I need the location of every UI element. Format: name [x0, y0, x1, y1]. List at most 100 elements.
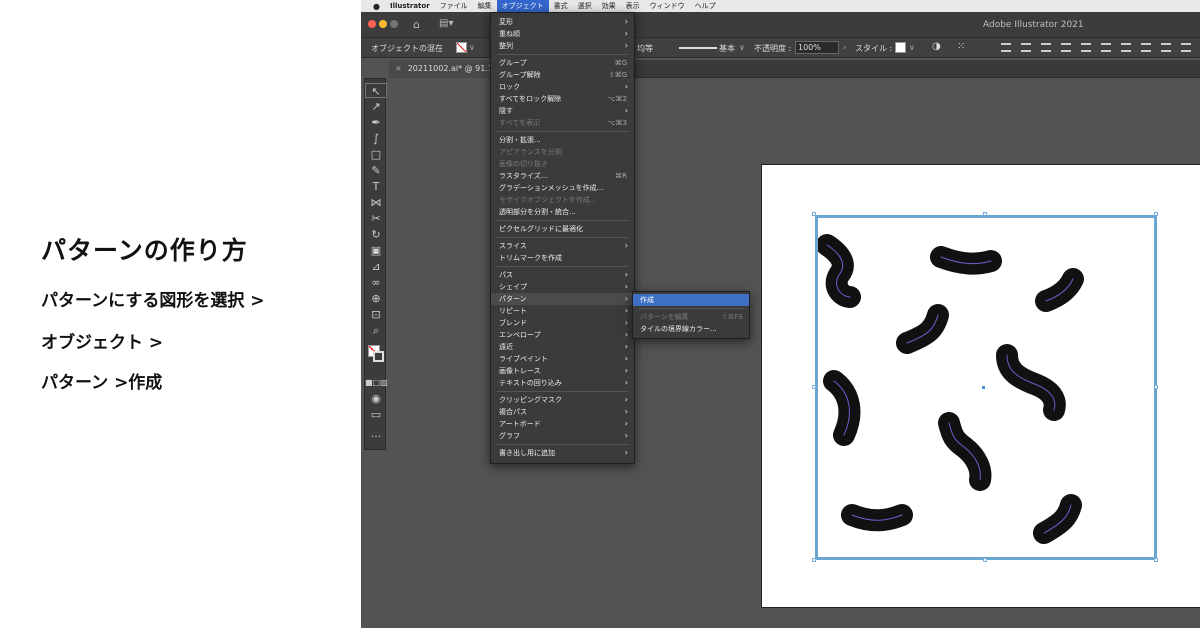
menu-item-1[interactable]: 重ね順 › — [491, 28, 634, 40]
menu-item-11[interactable]: 分割・拡張... — [491, 134, 634, 146]
pattern-submenu-item-3[interactable]: タイルの境界線カラー... — [633, 323, 749, 335]
pen-tool-icon[interactable]: ✒ — [365, 115, 387, 130]
distribute-top-icon[interactable] — [1121, 43, 1131, 52]
align-grid-icon[interactable]: ⁙ — [957, 41, 965, 52]
shape-builder-tool-icon[interactable]: ⊕ — [365, 291, 387, 306]
menu-item-5[interactable]: グループ解除 ⇧⌘G — [491, 69, 634, 81]
distribute-middle-icon[interactable] — [1141, 43, 1151, 52]
align-bottom-icon[interactable] — [1101, 43, 1111, 52]
pattern-submenu-item-0[interactable]: 作成 — [633, 294, 749, 306]
minimize-window-button[interactable] — [379, 20, 387, 28]
menu-item-33[interactable]: テキストの回り込み › — [491, 377, 634, 389]
recolor-icon[interactable]: ◑ — [932, 41, 941, 52]
close-tab-icon[interactable]: × — [395, 64, 402, 73]
selection-bounding-box[interactable] — [815, 215, 1157, 560]
fill-stroke-swatch-icon[interactable] — [365, 343, 387, 367]
curvature-tool-icon[interactable]: ∫ — [365, 131, 387, 146]
brush-label[interactable]: 基本 — [719, 43, 735, 54]
menu-item-31[interactable]: ライブペイント › — [491, 353, 634, 365]
align-top-icon[interactable] — [1061, 43, 1071, 52]
menu-item-22[interactable]: トリムマークを作成 — [491, 252, 634, 264]
eyedropper-tool-icon[interactable]: ⊿ — [365, 259, 387, 274]
artboard[interactable] — [761, 164, 1200, 608]
document-tab[interactable]: × 20211002.ai* @ 91.79 — [389, 60, 498, 78]
chevron-down-icon[interactable]: ∨ — [469, 43, 475, 52]
menu-item-40[interactable]: 書き出し用に追加 › — [491, 447, 634, 459]
menu-item-16[interactable]: モザイクオブジェクトを作成... — [491, 194, 634, 206]
menu-item-35[interactable]: クリッピングマスク › — [491, 394, 634, 406]
menu-item-17[interactable]: 透明部分を分割・統合... — [491, 206, 634, 218]
width-tool-icon[interactable]: ⋈ — [365, 195, 387, 210]
style-chevron-icon[interactable]: ∨ — [909, 43, 915, 52]
menu-item-4[interactable]: グループ ⌘G — [491, 57, 634, 69]
color-mode-icon[interactable]: ■□▨ — [365, 375, 388, 390]
resize-handle[interactable] — [1154, 385, 1158, 389]
menu-item-7[interactable]: すべてをロック解除 ⌥⌘2 — [491, 93, 634, 105]
menu-item-36[interactable]: 複合パス › — [491, 406, 634, 418]
pattern-submenu-item-2[interactable]: パターンを編集 ⇧⌘F8 — [633, 311, 749, 323]
resize-handle[interactable] — [1154, 212, 1158, 216]
menu-view[interactable]: 表示 — [621, 1, 645, 11]
home-icon[interactable]: ⌂ — [413, 18, 420, 31]
fill-swatch[interactable] — [456, 42, 467, 53]
resize-handle[interactable] — [983, 212, 987, 216]
menu-item-19[interactable]: ピクセルグリッドに最適化 — [491, 223, 634, 235]
gradient-tool-icon[interactable]: ▣ — [365, 243, 387, 258]
artboard-tool-icon[interactable]: ⊡ — [365, 307, 387, 322]
menu-item-21[interactable]: スライス › — [491, 240, 634, 252]
align-right-icon[interactable] — [1041, 43, 1051, 52]
menu-item-37[interactable]: アートボード › — [491, 418, 634, 430]
menu-object[interactable]: オブジェクト — [496, 0, 549, 12]
menu-item-27[interactable]: リピート › — [491, 305, 634, 317]
menu-item-6[interactable]: ロック › — [491, 81, 634, 93]
resize-handle[interactable] — [983, 558, 987, 562]
more-tools-icon[interactable]: ··· — [365, 429, 387, 444]
menu-type[interactable]: 書式 — [549, 1, 573, 11]
workspace-icon[interactable]: ▤▾ — [439, 18, 453, 29]
opacity-field[interactable]: 100% — [795, 41, 839, 54]
align-left-icon[interactable] — [1001, 43, 1011, 52]
direct-selection-tool-icon[interactable]: ↗ — [365, 99, 387, 114]
resize-handle[interactable] — [812, 385, 816, 389]
menu-item-24[interactable]: パス › — [491, 269, 634, 281]
menu-help[interactable]: ヘルプ — [690, 1, 721, 11]
menu-item-26[interactable]: パターン › — [491, 293, 634, 305]
menu-effect[interactable]: 効果 — [597, 1, 621, 11]
menu-select[interactable]: 選択 — [573, 1, 597, 11]
menu-illustrator[interactable]: Illustrator — [385, 2, 435, 10]
zoom-tool-icon[interactable]: ⌕ — [365, 323, 387, 338]
align-middle-icon[interactable] — [1081, 43, 1091, 52]
draw-mode-icon[interactable]: ◉ — [365, 391, 387, 406]
menu-item-25[interactable]: シェイプ › — [491, 281, 634, 293]
blend-tool-icon[interactable]: ∞ — [365, 275, 387, 290]
style-swatch[interactable] — [895, 42, 906, 53]
distribute-left-icon[interactable] — [1181, 43, 1191, 52]
apple-icon[interactable]: ● — [361, 2, 385, 11]
menu-item-30[interactable]: 遠近 › — [491, 341, 634, 353]
rectangle-tool-icon[interactable]: □ — [365, 147, 387, 162]
selection-tool-icon[interactable]: ↖ — [365, 83, 387, 98]
resize-handle[interactable] — [1154, 558, 1158, 562]
menu-item-38[interactable]: グラフ › — [491, 430, 634, 442]
menu-item-0[interactable]: 変形 › — [491, 16, 634, 28]
screen-mode-icon[interactable]: ▭ — [365, 407, 387, 422]
rotate-tool-icon[interactable]: ↻ — [365, 227, 387, 242]
close-window-button[interactable] — [368, 20, 376, 28]
menu-item-9[interactable]: すべてを表示 ⌥⌘3 — [491, 117, 634, 129]
menu-window[interactable]: ウィンドウ — [645, 1, 690, 11]
menu-item-32[interactable]: 画像トレース › — [491, 365, 634, 377]
menu-item-15[interactable]: グラデーションメッシュを作成... — [491, 182, 634, 194]
menu-item-29[interactable]: エンベロープ › — [491, 329, 634, 341]
menu-edit[interactable]: 編集 — [473, 1, 497, 11]
paintbrush-tool-icon[interactable]: ✎ — [365, 163, 387, 178]
type-tool-icon[interactable]: T — [365, 179, 387, 194]
menu-item-13[interactable]: 画像の切り抜き — [491, 158, 634, 170]
menu-item-8[interactable]: 隠す › — [491, 105, 634, 117]
menu-item-14[interactable]: ラスタライズ... ⌘R — [491, 170, 634, 182]
align-center-icon[interactable] — [1021, 43, 1031, 52]
zoom-window-button[interactable] — [390, 20, 398, 28]
stroke-profile-label[interactable]: 均等 — [637, 43, 653, 54]
distribute-bottom-icon[interactable] — [1161, 43, 1171, 52]
menu-item-12[interactable]: アピアランスを分割 — [491, 146, 634, 158]
scissors-tool-icon[interactable]: ✂ — [365, 211, 387, 226]
